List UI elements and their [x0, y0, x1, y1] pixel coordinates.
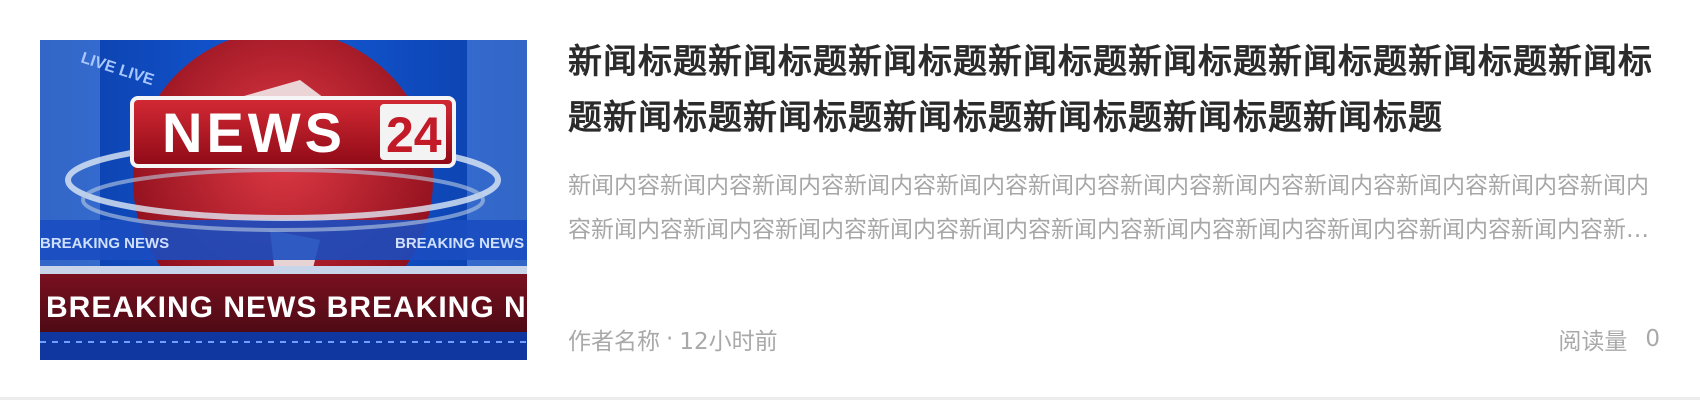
article-title[interactable]: 新闻标题新闻标题新闻标题新闻标题新闻标题新闻标题新闻标题新闻标题新闻标题新闻标题… [568, 34, 1668, 146]
read-count: 阅读量 0 [1558, 322, 1660, 356]
author-name[interactable]: 作者名称 [568, 322, 660, 356]
news-list-item[interactable]: BREAKING NEWS BREAKING NEWS LIVE LIVE NE… [0, 0, 1700, 400]
publish-time: 12小时前 [679, 329, 778, 355]
news-thumbnail[interactable]: BREAKING NEWS BREAKING NEWS LIVE LIVE NE… [40, 40, 527, 360]
read-count-label: 阅读量 [1558, 329, 1628, 355]
band-text-left: BREAKING NEWS [40, 235, 169, 252]
meta-separator: · [666, 326, 674, 352]
band-text-right: BREAKING NEWS [395, 235, 524, 252]
article-meta: 作者名称 · 12小时前 [568, 322, 778, 356]
logo-word: NEWS [162, 101, 346, 164]
ticker-text: BREAKING NEWS BREAKING NEWS [46, 291, 527, 324]
logo-number: 24 [386, 107, 442, 163]
article-summary: 新闻内容新闻内容新闻内容新闻内容新闻内容新闻内容新闻内容新闻内容新闻内容新闻内容… [568, 173, 1649, 243]
read-count-value: 0 [1645, 326, 1660, 352]
